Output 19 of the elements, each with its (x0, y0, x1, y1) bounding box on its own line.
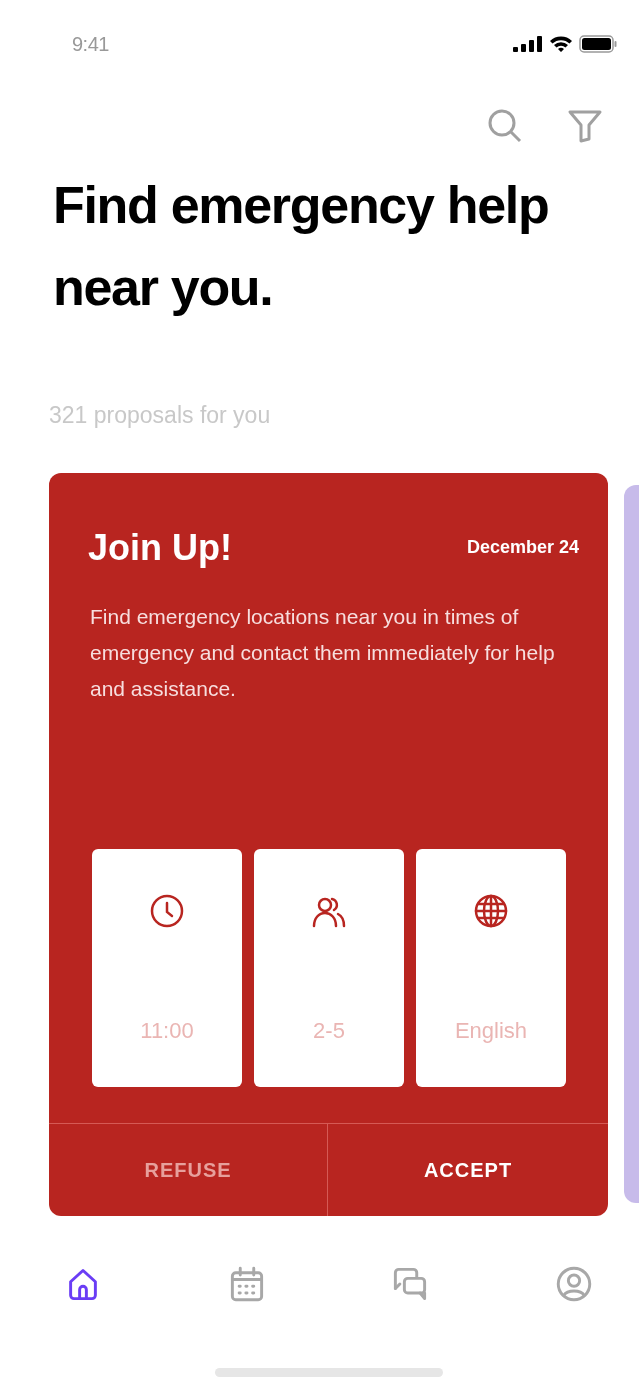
detail-value: 11:00 (140, 1016, 194, 1045)
card-title: Join Up! (88, 525, 232, 570)
profile-icon[interactable] (555, 1265, 592, 1302)
signal-icon (513, 36, 543, 52)
detail-value: English (454, 1016, 528, 1045)
globe-icon (473, 892, 509, 929)
battery-icon (579, 35, 617, 53)
status-time: 9:41 (72, 32, 109, 57)
card-date: December 24 (466, 536, 579, 559)
clock-icon (149, 892, 185, 929)
calendar-icon[interactable] (228, 1265, 265, 1302)
wifi-icon (549, 35, 573, 53)
page-heading: Find emergency help near you. (52, 175, 550, 318)
search-icon[interactable] (487, 108, 523, 144)
chat-icon[interactable] (392, 1265, 429, 1302)
detail-value: 2-5 (313, 1016, 345, 1045)
card-description: Find emergency locations near you in times of emergency and contact them immediately for help and assistance. (89, 603, 556, 702)
filter-icon[interactable] (567, 108, 603, 144)
accept-button[interactable]: ACCEPT (328, 1123, 608, 1216)
